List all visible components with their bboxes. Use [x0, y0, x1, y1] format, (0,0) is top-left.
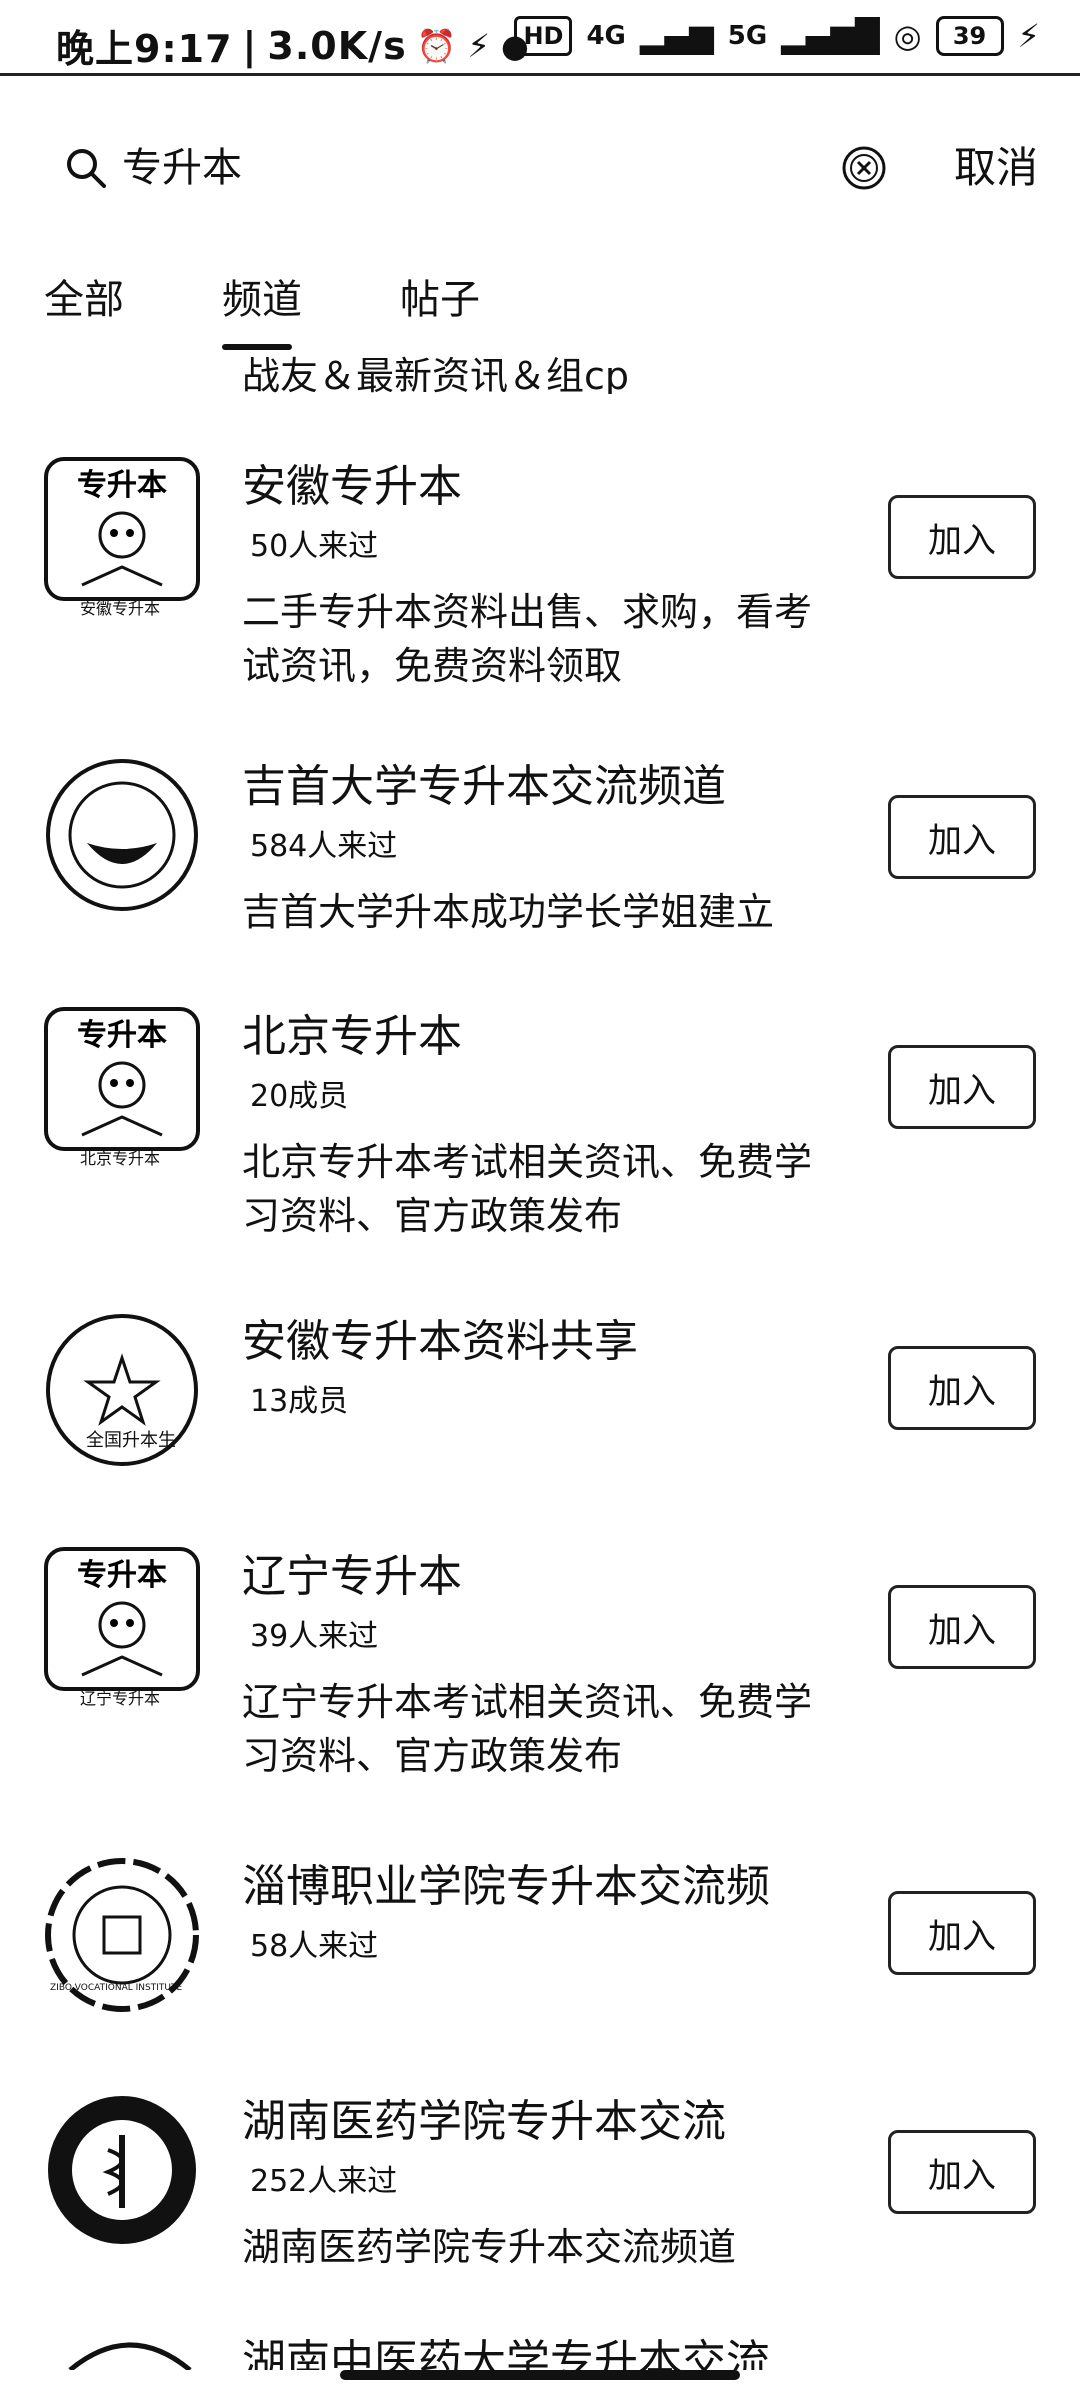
search-input[interactable]: 专升本	[122, 140, 242, 196]
channel-description: 辽宁专升本考试相关资讯、免费学习资料、官方政策发布	[242, 1680, 813, 1778]
result-tabs: 全部 频道 帖子	[0, 262, 1080, 358]
home-indicator[interactable]	[340, 2370, 740, 2380]
channel-description: 湖南医药学院专升本交流频道	[242, 2225, 737, 2269]
tab-channel[interactable]: 频道	[222, 272, 302, 328]
channel-avatar-mascot: 专升本	[44, 457, 200, 601]
partial-channel-title: 湖南中医药大学专升本交流	[242, 2336, 770, 2370]
svg-text:专升本: 专升本	[77, 1018, 167, 1053]
tab-all[interactable]: 全部	[44, 272, 124, 328]
join-button[interactable]: 加入	[888, 795, 1036, 879]
alarm-icon: ⏰	[416, 26, 458, 65]
join-button[interactable]: 加入	[888, 2130, 1036, 2214]
channel-visitors: 584人来过	[250, 829, 398, 864]
tab-post[interactable]: 帖子	[400, 272, 480, 328]
signal-bars-icon-2: ▂▄▆█	[781, 17, 880, 55]
wifi-icon: ◎	[893, 17, 922, 55]
join-button[interactable]: 加入	[888, 1585, 1036, 1669]
partial-item-description: 战友＆最新资讯＆组cp	[242, 354, 630, 394]
channel-avatar-mascot: 专升本	[44, 1547, 200, 1691]
channel-description: 吉首大学升本成功学长学姐建立	[242, 890, 775, 934]
channel-title: 北京专升本	[242, 1011, 462, 1062]
search-results-page: 晚上9:17 | 3.0K/s ⏰ ⚡ ● HD 4G ▂▄▆ 5G ▂▄▆█ …	[0, 0, 1080, 2400]
channel-title: 辽宁专升本	[242, 1551, 462, 1602]
signal-bars-icon: ▂▄▆	[639, 17, 714, 55]
charging-icon: ⚡	[1017, 17, 1040, 55]
channel-avatar-university-seal	[46, 759, 198, 911]
channel-visitors: 39人来过	[250, 1619, 379, 1654]
channel-visitors: 50人来过	[250, 529, 379, 564]
join-button[interactable]: 加入	[888, 1891, 1036, 1975]
channel-title: 安徽专升本资料共享	[242, 1316, 638, 1367]
battery-icon: 39	[935, 16, 1004, 56]
channel-description: 二手专升本资料出售、求购，看考试资讯，免费资料领取	[242, 590, 813, 688]
avatar-caption: 北京专升本	[80, 1149, 161, 1168]
avatar-caption: 全国升本生	[86, 1430, 176, 1451]
channel-visitors: 252人来过	[250, 2164, 398, 2199]
status-divider: |	[242, 23, 258, 68]
channel-title: 吉首大学专升本交流频道	[242, 761, 726, 812]
channel-visitors: 13成员	[250, 1384, 349, 1419]
channel-avatar-partial	[68, 2342, 192, 2370]
clear-search-icon[interactable]	[840, 144, 888, 192]
join-button[interactable]: 加入	[888, 495, 1036, 579]
status-time: 晚上9:17	[56, 27, 233, 71]
channel-visitors: 58人来过	[250, 1929, 379, 1964]
avatar-caption: 安徽专升本	[80, 599, 161, 618]
channel-title: 安徽专升本	[242, 461, 462, 512]
channel-title: 淄博职业学院专升本交流频	[242, 1861, 770, 1912]
avatar-caption: ZIBO VOCATIONAL INSTITUTE	[50, 1983, 183, 1993]
join-button[interactable]: 加入	[888, 1346, 1036, 1430]
cancel-button[interactable]: 取消	[954, 138, 1038, 198]
channel-title: 湖南医药学院专升本交流	[242, 2096, 726, 2147]
signal-5g: 5G	[727, 21, 768, 51]
channel-avatar-mascot: 专升本	[44, 1007, 200, 1151]
avatar-caption: 辽宁专升本	[80, 1689, 161, 1708]
status-network-speed: 3.0K/s	[267, 23, 407, 68]
hd-badge: HD	[514, 16, 573, 56]
channel-visitors: 20成员	[250, 1079, 349, 1114]
svg-text:专升本: 专升本	[77, 1558, 167, 1593]
status-bar: 晚上9:17 | 3.0K/s ⏰ ⚡ ● HD 4G ▂▄▆ 5G ▂▄▆█ …	[0, 0, 1080, 76]
join-button[interactable]: 加入	[888, 1045, 1036, 1129]
signal-4g: 4G	[586, 21, 626, 51]
svg-text:专升本: 专升本	[77, 468, 167, 503]
channel-description: 北京专升本考试相关资讯、免费学习资料、官方政策发布	[242, 1140, 813, 1238]
channel-avatar-medical-seal	[48, 2096, 196, 2244]
search-icon	[67, 149, 106, 188]
search-bar: 专升本 取消	[0, 110, 1080, 230]
flash-icon: ⚡	[467, 26, 491, 65]
